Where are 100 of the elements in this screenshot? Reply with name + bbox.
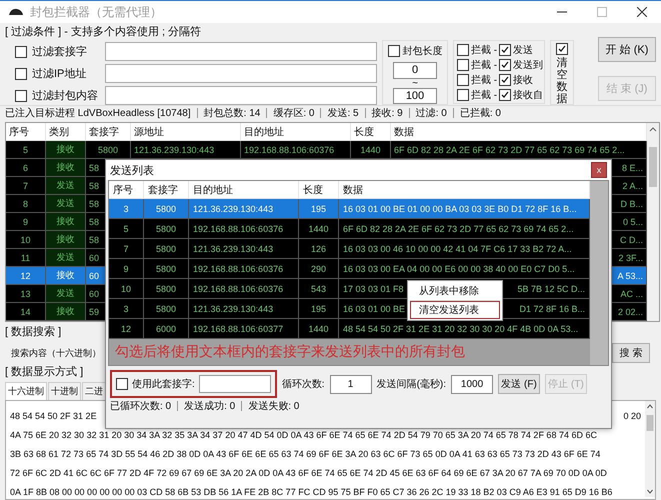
menu-item[interactable]: 清空发送列表 <box>410 301 500 319</box>
clear-data-label: 清空数据 <box>556 57 568 106</box>
menu-item[interactable]: 从列表中移除 <box>410 282 500 300</box>
send-list-row[interactable]: 7 5800 121.36.239.130:443 126 16 03 03 00 46 10 00 00 42 41 04 7F C6 17 33 B2 72 A... <box>109 239 590 259</box>
app-logo-icon <box>8 7 24 17</box>
hex-text: 48 54 54 50 2F 31 2E <box>10 410 97 423</box>
status-item: 过滤: 0 <box>416 106 447 120</box>
max-length-field[interactable]: 100 <box>393 88 437 104</box>
display-heading: [ 数据显示方式 ] <box>5 366 84 378</box>
send-list-row[interactable]: 3 5800 121.36.239.130:443 195 16 03 01 00 BE 01 00 00 BA 03 03 3E B0 D1 72 8F 16 B... <box>109 199 590 219</box>
hex-text: 4A 75 6E 20 32 30 32 31 20 30 34 3A 32 35 3A 34 37 20 47 4D 54 0D 0A 43 6F 6E 74 65 6E 74 2D 54 79 70 65 3A 20 74 65 78 74 2F 68 74 6D 6C <box>10 430 597 440</box>
table-cell: 发送 <box>46 177 86 195</box>
filter-label: 过滤套接字 <box>32 44 88 59</box>
filter-input-field[interactable] <box>105 86 377 105</box>
column-header[interactable]: 数据 <box>391 123 647 141</box>
hint-text: 勾选后将使用文本框内的套接字来发送列表中的所有封包 <box>115 343 465 361</box>
filter-label: 过滤封包内容 <box>32 88 99 103</box>
range-separator: ~ <box>412 78 418 88</box>
send-list-row[interactable]: 5 5800 192.168.88.106:60376 1440 6F 6D 82 28 2A 2E 6F 62 73 2D 77 65 62 73 69 74 65 2... <box>109 219 590 239</box>
checkbox[interactable] <box>388 45 400 57</box>
min-length-field[interactable]: 0 <box>393 62 437 78</box>
send-button[interactable]: 发送 (F) <box>498 374 540 394</box>
hex-text: 0 20 <box>623 410 641 423</box>
interval-field[interactable]: 1000 <box>451 374 494 394</box>
scrollbar-drawing[interactable] <box>645 401 655 497</box>
table-cell: 接收 <box>46 231 86 249</box>
table-cell: 12 <box>6 267 46 285</box>
search-button[interactable]: 搜 索 <box>612 343 650 363</box>
checkbox[interactable] <box>15 46 27 58</box>
search-label: 搜索内容（十六进制） <box>11 346 101 360</box>
status-item: 封包总数: 14 <box>204 106 260 120</box>
checkbox[interactable] <box>116 378 128 390</box>
status-item: 发送: 5 <box>327 107 359 120</box>
checkbox[interactable] <box>499 74 512 86</box>
close-icon[interactable] <box>637 7 647 17</box>
status-item: 发送成功: 0 <box>184 400 236 413</box>
table-cell: 1440 <box>299 319 339 339</box>
table-cell: 192.168.88.106:60377 <box>189 319 299 339</box>
packet-type-label: 接收 <box>513 74 534 86</box>
status-item: 发送失败: 0 <box>248 400 300 413</box>
column-header[interactable]: 长度 <box>351 123 391 141</box>
checkbox[interactable] <box>499 88 512 100</box>
status-item: 已注入目标进程 LdVBoxHeadless [10748] <box>5 106 191 120</box>
status-item: 缓存区: 0 <box>273 106 314 120</box>
loop-count-label: 循环次数: <box>282 378 325 391</box>
table-cell: 16 03 01 00 BE <box>343 304 406 314</box>
column-header[interactable]: 目的地址 <box>241 123 351 141</box>
checkbox[interactable] <box>457 58 469 70</box>
table-cell: 2 02... <box>618 306 643 316</box>
tab[interactable]: 二进 <box>82 382 106 400</box>
table-cell: 接收 <box>46 159 86 177</box>
table-cell: 接收 <box>46 213 86 231</box>
status-item: 接收: 9 <box>372 106 403 120</box>
hex-text: 72 6F 6C 2D 41 6C 6C 6F 77 2D 4F 72 69 67 69 6E 3A 20 2A 0D 0A 43 6F 6E 74 65 6E 74 2D 45 6E 63 6F 64 69 6E 67 3A 20 67 7A 69 70 0D 0A 0D <box>10 468 607 478</box>
intercept-label: 拦截 - <box>471 58 498 72</box>
intercept-label: 拦截 - <box>471 44 498 56</box>
checkbox[interactable] <box>499 44 512 56</box>
table-cell: 发送 <box>46 195 86 213</box>
scrollbar-drawing[interactable] <box>590 181 608 365</box>
table-cell: AC ... <box>620 288 643 298</box>
intercept-label: 拦截 - <box>471 88 498 102</box>
table-cell: 6000 <box>144 319 189 339</box>
checkbox[interactable] <box>457 88 469 100</box>
checkbox[interactable] <box>556 43 568 55</box>
socket-option-label: 使用此套接字: <box>132 378 195 391</box>
checkbox[interactable] <box>15 68 27 80</box>
column-header[interactable]: 序号 <box>6 123 46 141</box>
filter-heading: [ 过滤条件 ] - 支持多个内容使用 ; 分隔符 <box>5 26 202 39</box>
table-cell: 0 5... <box>622 216 643 226</box>
filter-input-field[interactable] <box>105 42 377 61</box>
table-cell: 8 E... <box>622 162 643 172</box>
table-cell: 接收 <box>46 303 86 321</box>
filter-input-field[interactable] <box>105 64 377 83</box>
tab[interactable]: 十六进制 <box>5 382 47 400</box>
table-cell: C D... <box>620 234 643 244</box>
column-header[interactable]: 源地址 <box>131 123 241 141</box>
status-item: 已拦截: 0 <box>460 106 501 120</box>
filter-label: 过滤IP地址 <box>32 67 88 81</box>
table-cell: A 53... <box>617 270 643 280</box>
close-button[interactable]: x <box>591 162 607 178</box>
tab[interactable]: 十进制 <box>48 382 81 400</box>
socket-input-field[interactable] <box>198 375 271 393</box>
column-header[interactable]: 套接字 <box>86 123 131 141</box>
table-cell: 17 03 03 01 F8 <box>343 284 404 294</box>
send-list-row[interactable]: 9 5800 192.168.88.106:60376 290 16 03 03 00 EA 04 00 00 E6 00 00 38 40 00 E0 C7 D0 5... <box>109 259 590 279</box>
checkbox[interactable] <box>15 90 27 102</box>
checkbox[interactable] <box>457 44 469 56</box>
packet-type-label: 接收自 <box>513 88 544 102</box>
packet-type-label: 发送到 <box>513 58 544 72</box>
table-cell: 接收 <box>46 141 86 159</box>
table-cell: 发送 <box>46 249 86 267</box>
checkbox[interactable] <box>499 58 512 70</box>
checkbox[interactable] <box>457 74 469 86</box>
send-list-row[interactable]: 12 6000 192.168.88.106:60377 1440 48 54 54 50 2F 31 2E 31 20 32 30 30 20 4F 4B 0D 0A 53... <box>109 319 590 339</box>
hex-text: 0A 1F 8B 08 00 00 00 00 00 00 03 CD 58 6B 53 DB 56 1A FE 2B 8C 77 FC CD 95 75 BF F0 65 C7 36 26 2C 19 33 18 B2 03 C9 A6 E3 91 65 D9 16 B6 <box>10 487 612 497</box>
search-heading: [ 数据搜索 ] <box>5 326 62 338</box>
table-cell: D B... <box>620 198 643 208</box>
loop-count-field[interactable]: 1 <box>330 374 372 394</box>
start-button[interactable]: 开 始 (K) <box>598 37 656 62</box>
table-cell: D1 72 8F 16 B... <box>519 304 585 314</box>
